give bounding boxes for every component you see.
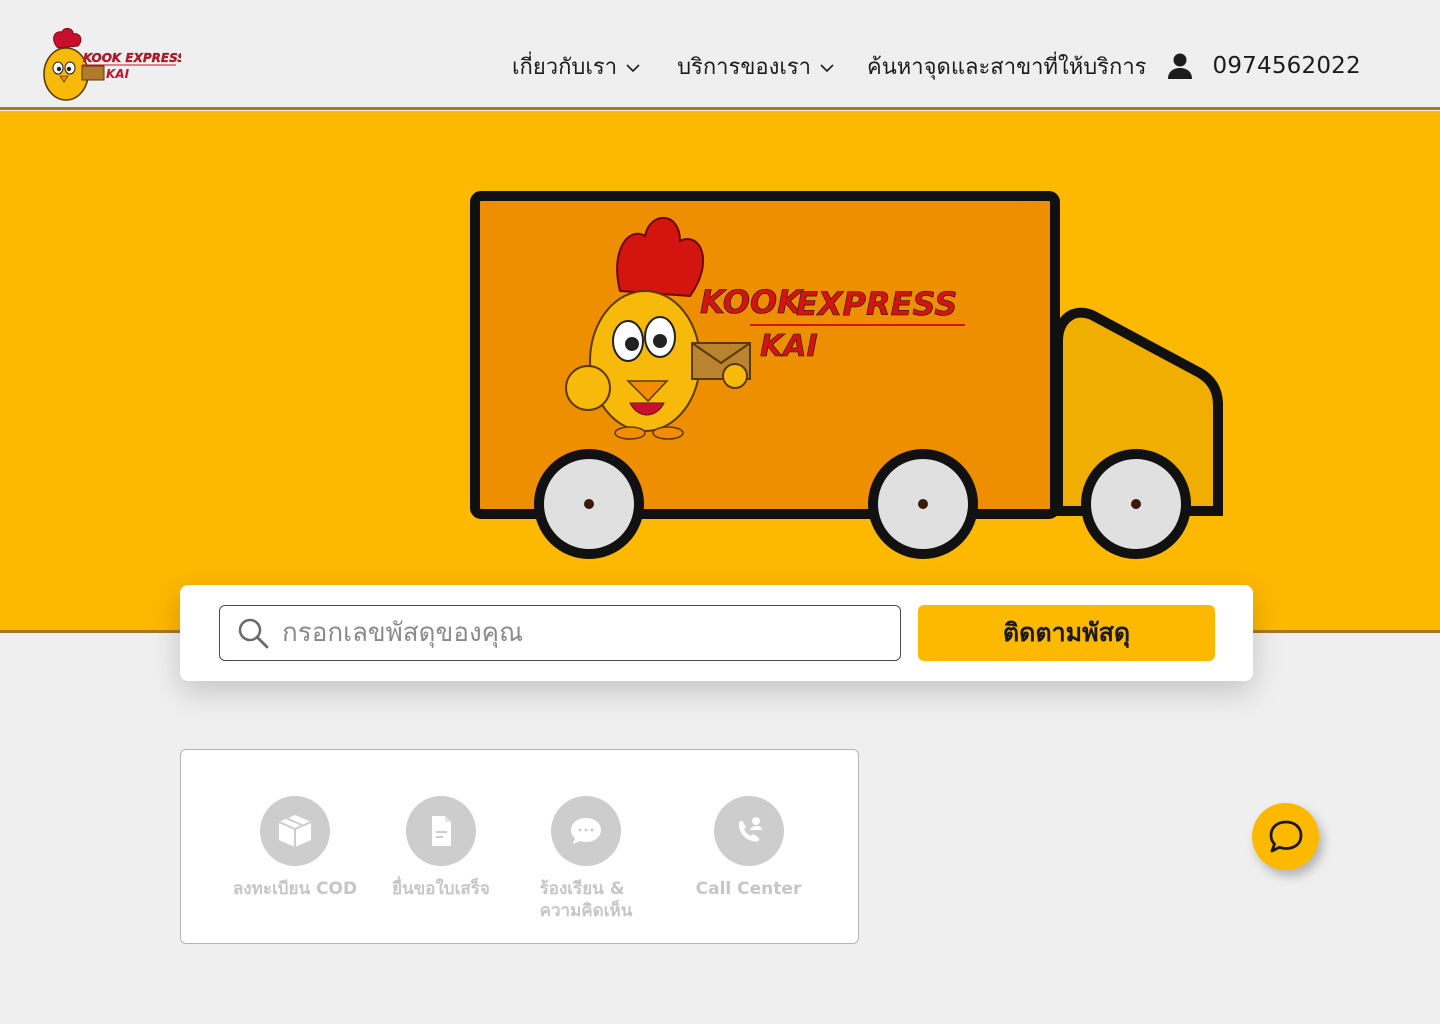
service-label: ลงทะเบียน COD: [232, 879, 358, 899]
nav-item-services[interactable]: บริการของเรา: [677, 49, 835, 84]
chat-fab-button[interactable]: [1252, 803, 1319, 870]
tracking-number-input[interactable]: [282, 606, 900, 660]
box-icon: [278, 815, 312, 847]
nav-item-about[interactable]: เกี่ยวกับเรา: [512, 49, 641, 84]
truck-logo-kook: KOOK: [700, 283, 804, 321]
service-label: Call Center: [695, 879, 802, 899]
hero-banner: KOOK EXPRESS KAI: [0, 111, 1440, 633]
truck-logo-kai: KAI: [760, 329, 818, 364]
service-icon-circle: [713, 796, 784, 866]
chat-icon: [1269, 820, 1302, 852]
quick-services-card: ลงทะเบียน COD ยื่นขอใบเสร็จ ร้องเรียน & …: [180, 749, 859, 944]
truck-logo-express: EXPRESS: [796, 285, 957, 323]
nav-label-services: บริการของเรา: [677, 54, 812, 80]
main-nav: เกี่ยวกับเรา บริการของเรา ค้นหาจุดและสาข…: [512, 46, 1361, 86]
truck-wheel: [868, 449, 978, 559]
phone-icon: [738, 817, 762, 842]
service-label-line1: ร้องเรียน &: [539, 879, 625, 899]
document-icon: [432, 816, 451, 846]
track-parcel-button[interactable]: ติดตามพัสดุ: [918, 605, 1215, 661]
service-request-receipt[interactable]: ยื่นขอใบเสร็จ: [386, 796, 496, 900]
phone-number[interactable]: 0974562022: [1213, 53, 1361, 79]
chevron-down-icon: [820, 64, 834, 73]
site-header: KOOK EXPRESS KAI เกี่ยวกับเรา บริการของเ…: [0, 0, 1440, 110]
service-icon-circle: [260, 796, 330, 866]
truck-wheel: [1081, 449, 1191, 559]
nav-item-branches[interactable]: ค้นหาจุดและสาขาที่ให้บริการ: [867, 49, 1146, 84]
truck-wheel: [534, 449, 644, 559]
service-complaint-feedback[interactable]: ร้องเรียน & ความคิดเห็น: [536, 796, 636, 922]
service-icon-circle: [551, 796, 621, 866]
chat-bubble-icon: [571, 818, 601, 844]
service-call-center[interactable]: Call Center: [691, 796, 806, 900]
service-cod-registration[interactable]: ลงทะเบียน COD: [225, 796, 365, 900]
nav-label-branches: ค้นหาจุดและสาขาที่ให้บริการ: [867, 54, 1147, 80]
nav-label-about: เกี่ยวกับเรา: [512, 54, 618, 80]
search-icon: [238, 618, 269, 649]
tracking-search-box[interactable]: [219, 605, 901, 661]
logo-text-line1: KOOK EXPRESS: [83, 51, 181, 65]
brand-logo[interactable]: KOOK EXPRESS KAI: [36, 28, 181, 104]
user-icon[interactable]: [1165, 51, 1195, 81]
service-label: ร้องเรียน & ความคิดเห็น: [540, 878, 633, 922]
tracking-card: ติดตามพัสดุ: [180, 585, 1253, 681]
service-label: ยื่นขอใบเสร็จ: [392, 879, 490, 899]
chevron-down-icon: [626, 64, 640, 73]
service-icon-circle: [406, 796, 476, 866]
service-label-line2: ความคิดเห็น: [539, 901, 633, 921]
delivery-truck-illustration: KOOK EXPRESS KAI: [470, 191, 1223, 559]
logo-text-line2: KAI: [106, 67, 130, 81]
